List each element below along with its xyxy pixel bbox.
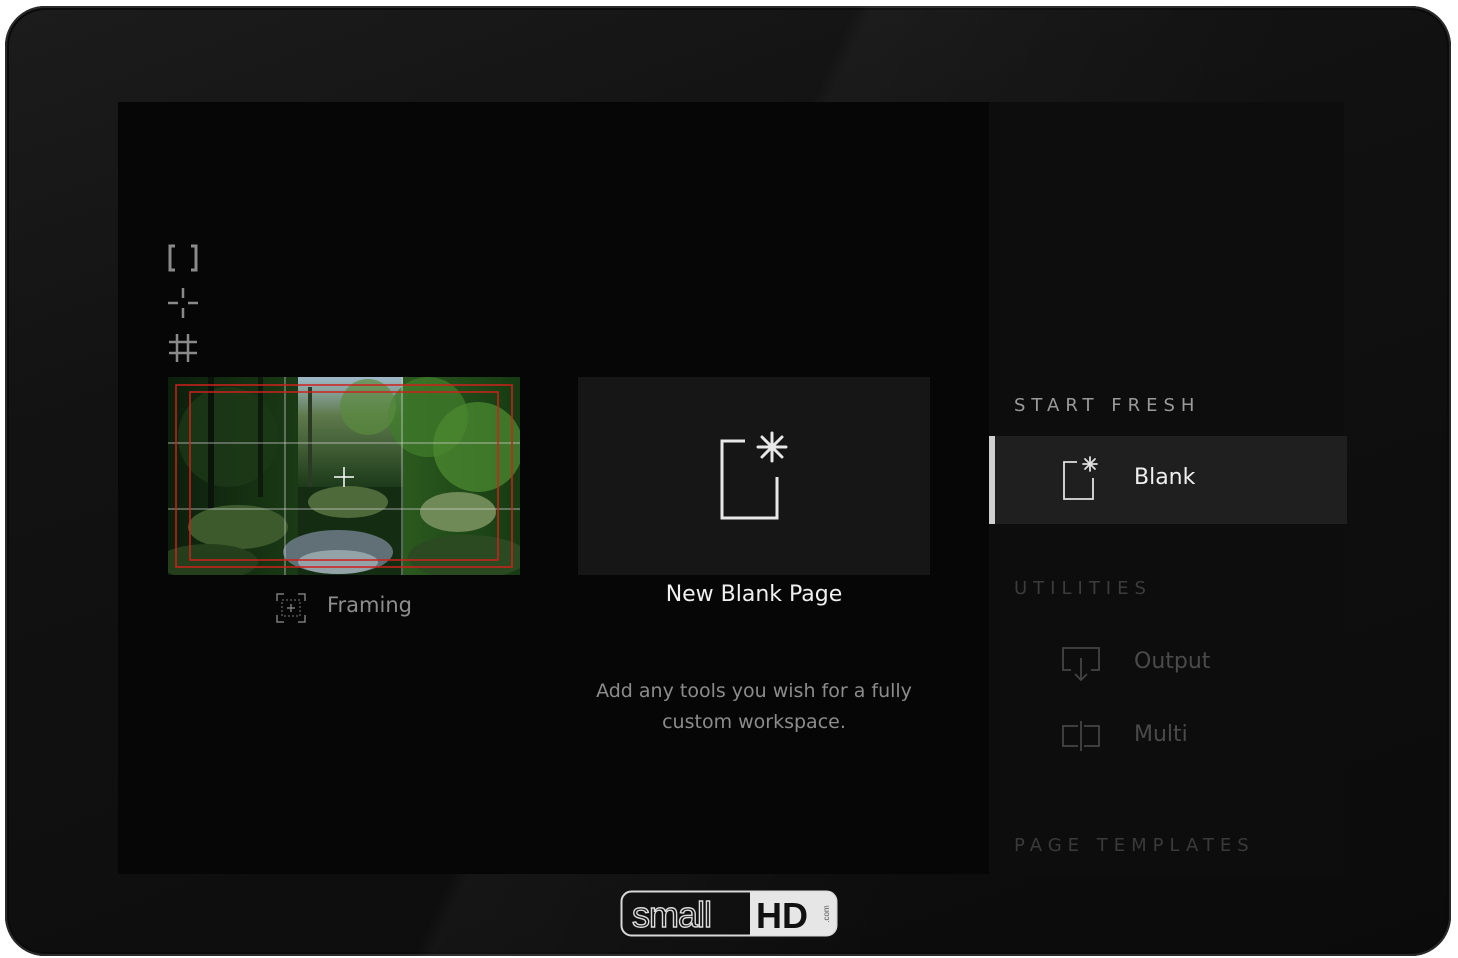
description-line-1: Add any tools you wish for a fully xyxy=(596,680,912,702)
description-line-2: custom workspace. xyxy=(662,711,846,733)
sidebar-item-label: Output xyxy=(1134,649,1211,674)
page-templates-heading: PAGE TEMPLATES xyxy=(1014,835,1255,856)
grid-icon[interactable] xyxy=(167,332,199,364)
new-blank-page-description: Add any tools you wish for a fully custo… xyxy=(578,676,930,738)
smallhd-logo: small HD .com xyxy=(620,890,838,937)
svg-text:small: small xyxy=(632,894,711,935)
new-page-icon xyxy=(720,431,788,520)
sidebar-item-blank[interactable]: Blank xyxy=(989,436,1347,524)
brackets-icon[interactable] xyxy=(167,242,199,274)
sidebar-item-label: Blank xyxy=(1134,465,1196,490)
svg-text:HD: HD xyxy=(756,895,808,936)
crosshair-icon[interactable] xyxy=(167,287,199,319)
svg-text:.com: .com xyxy=(822,905,831,923)
start-fresh-heading: START FRESH xyxy=(1014,395,1201,416)
framing-icon xyxy=(276,593,306,623)
framing-preview-card[interactable] xyxy=(168,377,520,575)
new-blank-page-card[interactable] xyxy=(578,377,930,575)
utilities-heading: UTILITIES xyxy=(1014,578,1152,599)
sidebar-item-multi[interactable]: Multi xyxy=(989,693,1347,781)
monitor-screen: Framing New Blank Page Add any tools you… xyxy=(118,102,1347,874)
sidebar-item-label: Multi xyxy=(1134,722,1188,747)
output-icon xyxy=(1062,647,1100,682)
forest-preview-image xyxy=(168,377,520,575)
page-type-sidebar: START FRESH Blank UTILITIES Output Multi… xyxy=(989,102,1347,874)
monitor-device: Framing New Blank Page Add any tools you… xyxy=(5,6,1451,956)
blank-page-icon xyxy=(1063,456,1098,500)
new-blank-page-title: New Blank Page xyxy=(665,582,843,607)
framing-label[interactable]: Framing xyxy=(327,593,412,617)
multi-icon xyxy=(1062,721,1100,751)
